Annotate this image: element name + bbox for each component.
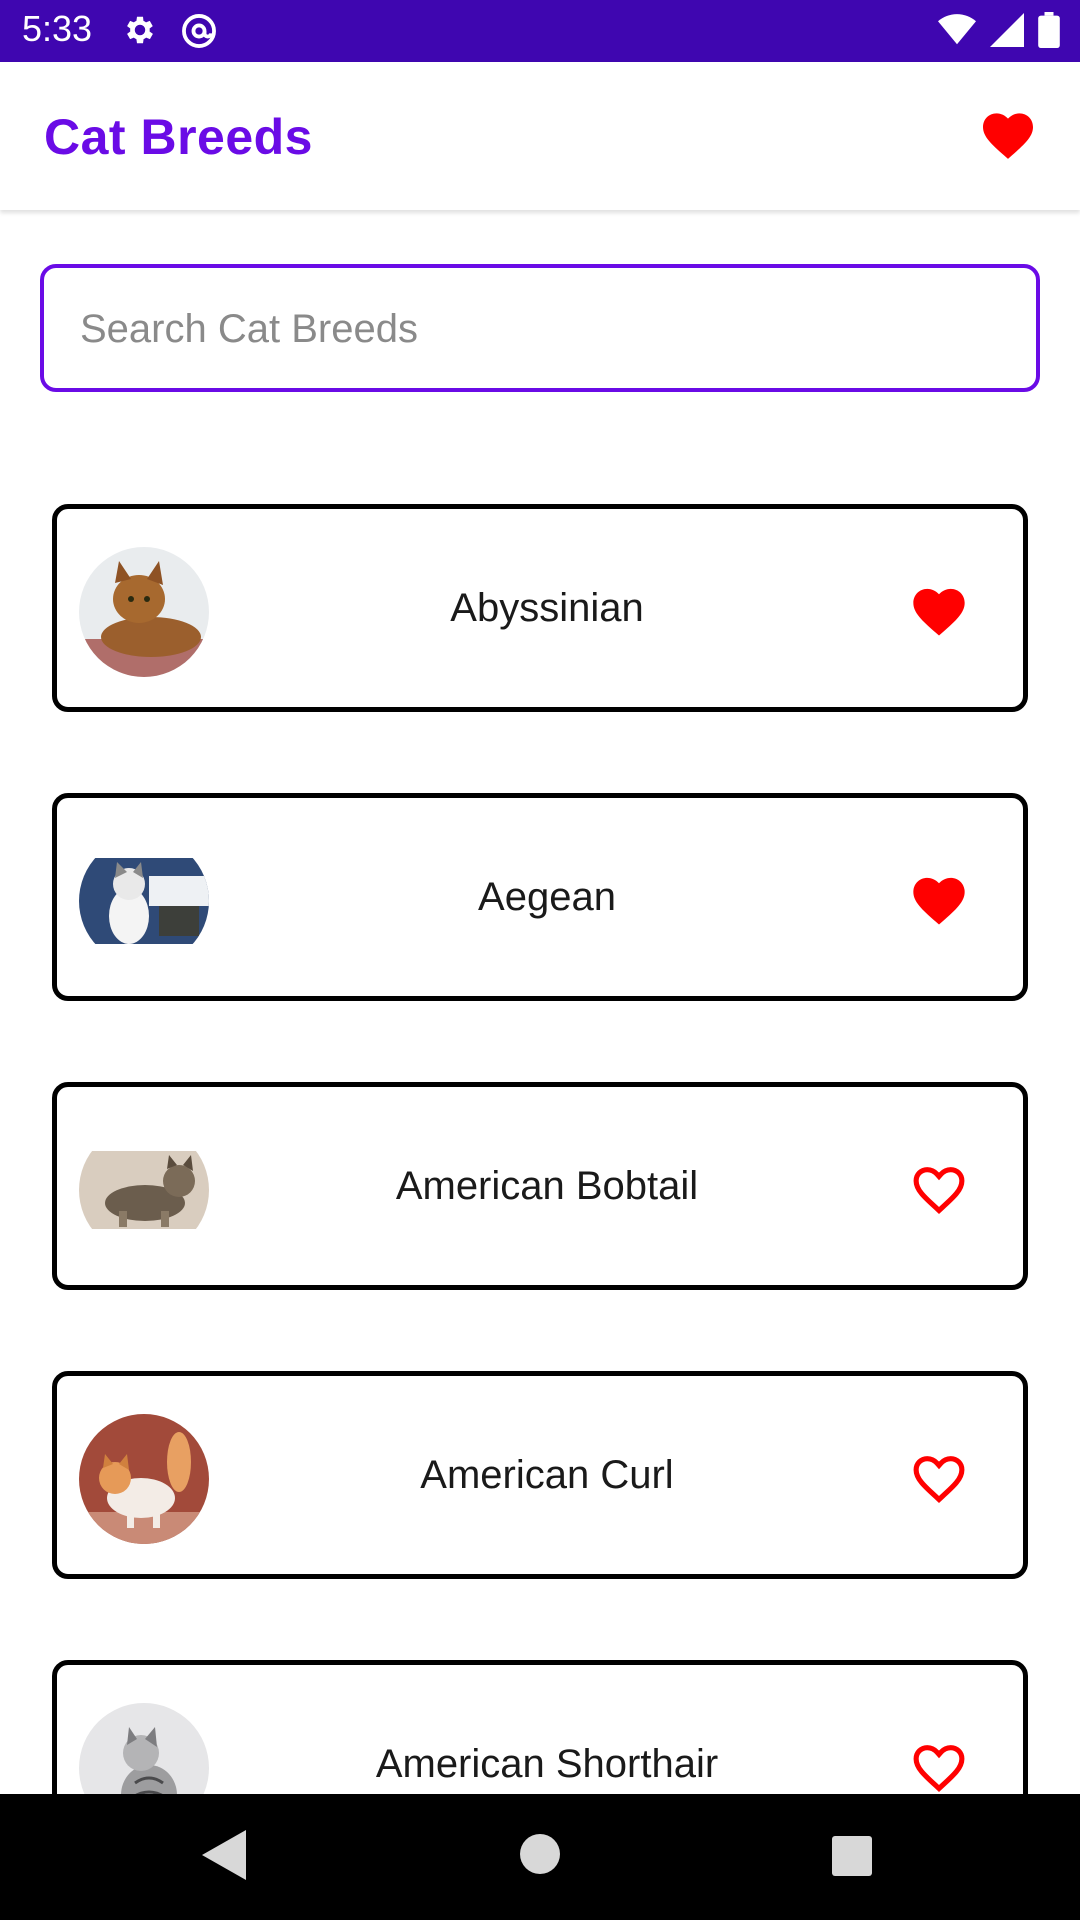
- status-time: 5:33: [22, 8, 93, 49]
- heart-filled-icon[interactable]: [911, 874, 967, 926]
- cat-photo: [79, 1125, 209, 1255]
- signal-icon: [990, 13, 1024, 52]
- search-input[interactable]: [78, 268, 1002, 390]
- breed-name: American Bobtail: [395, 1164, 699, 1208]
- breed-card-american-bobtail[interactable]: American Bobtail: [52, 1082, 1028, 1290]
- breed-card-american-curl[interactable]: American Curl: [52, 1371, 1028, 1579]
- status-bar: 5:33: [0, 0, 1080, 62]
- at-sign-icon: [180, 12, 218, 55]
- favorites-heart-icon[interactable]: [980, 110, 1036, 160]
- breed-name: American Curl: [420, 1453, 674, 1497]
- wifi-icon: [938, 13, 976, 52]
- battery-icon: [1038, 12, 1060, 53]
- search-field[interactable]: [40, 264, 1040, 392]
- heart-outline-icon[interactable]: [911, 1741, 967, 1793]
- cat-photo: [79, 1414, 209, 1544]
- breed-card-abyssinian[interactable]: Abyssinian: [52, 504, 1028, 712]
- system-nav-bar: [0, 1794, 1080, 1920]
- breed-card-aegean[interactable]: Aegean: [52, 793, 1028, 1001]
- cat-photo: [79, 836, 209, 966]
- heart-outline-icon[interactable]: [911, 1163, 967, 1215]
- heart-outline-icon[interactable]: [911, 1452, 967, 1504]
- gear-icon: [122, 12, 158, 55]
- recents-square-icon[interactable]: [832, 1836, 872, 1881]
- cat-photo: [79, 547, 209, 677]
- page-title: Cat Breeds: [44, 109, 313, 165]
- heart-filled-icon[interactable]: [911, 585, 967, 637]
- breed-name: Aegean: [478, 875, 616, 919]
- breed-name: Abyssinian: [450, 586, 644, 630]
- home-circle-icon[interactable]: [520, 1834, 560, 1879]
- back-triangle-icon[interactable]: [202, 1830, 246, 1885]
- app-bar: Cat Breeds: [0, 62, 1080, 210]
